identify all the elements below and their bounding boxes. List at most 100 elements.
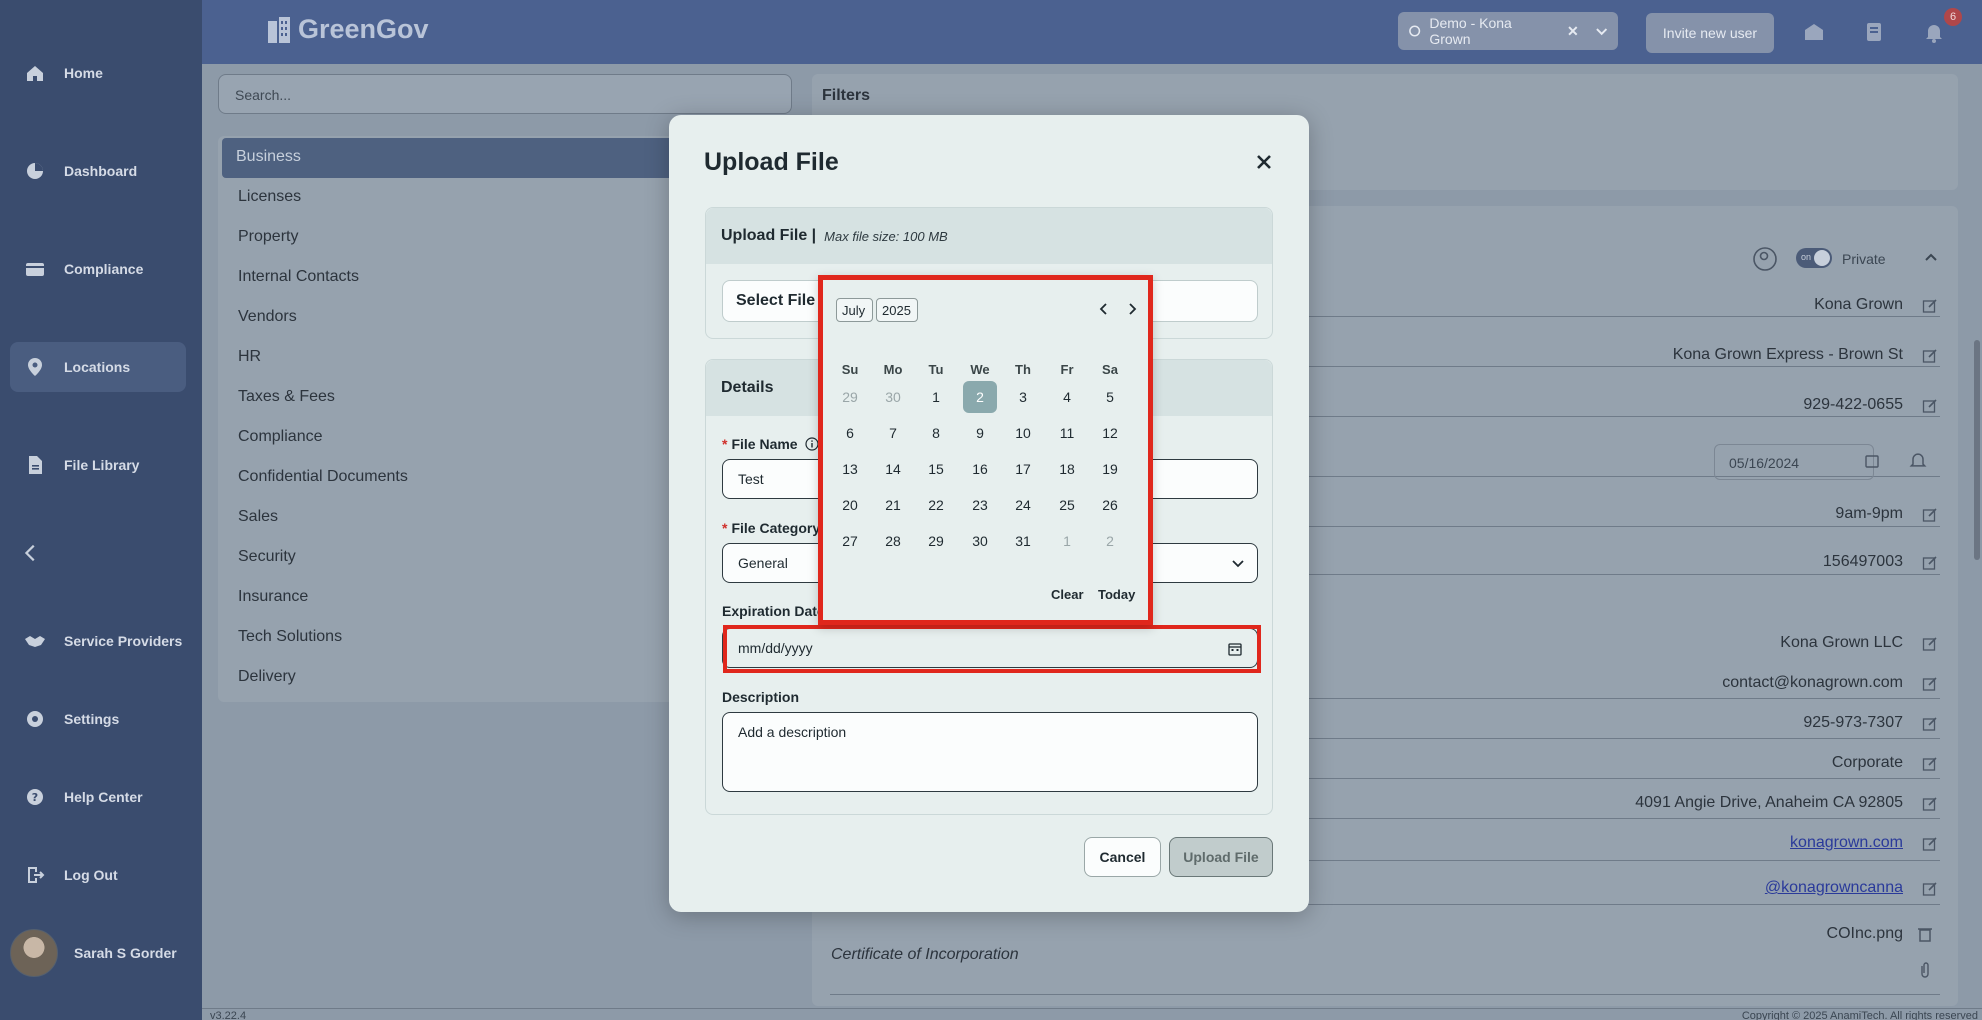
category-delivery[interactable]: Delivery xyxy=(238,668,296,686)
calendar-day[interactable]: 12 xyxy=(1093,417,1127,449)
calendar-day[interactable]: 4 xyxy=(1050,381,1084,413)
detail-date-field[interactable]: 05/16/2024 xyxy=(1714,444,1874,480)
month-select[interactable]: July xyxy=(836,298,873,322)
trash-icon[interactable] xyxy=(1916,925,1934,943)
calendar-day[interactable]: 28 xyxy=(876,525,910,557)
collapse-sidebar-icon[interactable] xyxy=(20,542,42,564)
sidebar-item-help-center[interactable]: ? Help Center xyxy=(10,772,186,822)
app-logo[interactable]: GreenGov xyxy=(266,14,429,45)
calendar-day[interactable]: 1 xyxy=(919,381,953,413)
category-confidential-documents[interactable]: Confidential Documents xyxy=(238,468,408,486)
category-internal-contacts[interactable]: Internal Contacts xyxy=(238,268,359,286)
invite-user-button[interactable]: Invite new user xyxy=(1646,13,1774,53)
detail-field-value[interactable]: @konagrowncanna xyxy=(1765,879,1903,897)
calendar-day[interactable]: 13 xyxy=(833,453,867,485)
select-file-button[interactable]: Select File xyxy=(723,281,830,321)
calendar-day[interactable]: 29 xyxy=(833,381,867,413)
calendar-day[interactable]: 20 xyxy=(833,489,867,521)
calendar-day[interactable]: 26 xyxy=(1093,489,1127,521)
edit-icon[interactable] xyxy=(1922,756,1938,772)
clear-organization-icon[interactable]: ✕ xyxy=(1567,23,1579,40)
edit-icon[interactable] xyxy=(1922,796,1938,812)
bell-icon[interactable] xyxy=(1922,20,1946,44)
calendar-day[interactable]: 27 xyxy=(833,525,867,557)
calendar-day[interactable]: 2 xyxy=(1093,525,1127,557)
category-hr[interactable]: HR xyxy=(238,348,261,366)
edit-icon[interactable] xyxy=(1922,881,1938,897)
chevron-up-icon[interactable] xyxy=(1924,250,1938,264)
expiration-date-input[interactable]: mm/dd/yyyy xyxy=(722,628,1258,668)
category-business[interactable]: Business xyxy=(222,138,718,178)
edit-icon[interactable] xyxy=(1922,555,1938,571)
private-toggle[interactable]: on xyxy=(1796,248,1832,268)
reminder-bell-icon[interactable] xyxy=(1908,450,1928,470)
category-insurance[interactable]: Insurance xyxy=(238,588,308,606)
calendar-day[interactable]: 15 xyxy=(919,453,953,485)
edit-icon[interactable] xyxy=(1922,636,1938,652)
category-tech-solutions[interactable]: Tech Solutions xyxy=(238,628,342,646)
sidebar-item-service-providers[interactable]: Service Providers xyxy=(10,616,186,666)
calendar-day[interactable]: 17 xyxy=(1006,453,1040,485)
edit-icon[interactable] xyxy=(1922,398,1938,414)
today-button[interactable]: Today xyxy=(1098,587,1135,602)
sidebar-item-settings[interactable]: Settings xyxy=(10,694,186,744)
scrollbar[interactable] xyxy=(1974,340,1980,560)
calendar-day[interactable]: 8 xyxy=(919,417,953,449)
calendar-day[interactable]: 21 xyxy=(876,489,910,521)
add-user-icon[interactable] xyxy=(1752,246,1778,272)
calendar-day[interactable]: 3 xyxy=(1006,381,1040,413)
calendar-day[interactable]: 24 xyxy=(1006,489,1040,521)
calendar-day[interactable]: 2 xyxy=(963,381,997,413)
calendar-day[interactable]: 11 xyxy=(1050,417,1084,449)
category-sales[interactable]: Sales xyxy=(238,508,278,526)
calendar-day[interactable]: 14 xyxy=(876,453,910,485)
inbox-icon[interactable] xyxy=(1802,20,1826,44)
calendar-day[interactable]: 18 xyxy=(1050,453,1084,485)
previous-month-icon[interactable] xyxy=(1097,302,1111,316)
edit-icon[interactable] xyxy=(1922,507,1938,523)
calendar-day[interactable]: 31 xyxy=(1006,525,1040,557)
calendar-day[interactable]: 10 xyxy=(1006,417,1040,449)
calendar-day[interactable]: 29 xyxy=(919,525,953,557)
chevron-down-icon[interactable] xyxy=(1595,24,1608,38)
calendar-day[interactable]: 19 xyxy=(1093,453,1127,485)
calendar-day[interactable]: 6 xyxy=(833,417,867,449)
edit-icon[interactable] xyxy=(1922,836,1938,852)
edit-icon[interactable] xyxy=(1922,676,1938,692)
category-property[interactable]: Property xyxy=(238,228,298,246)
close-icon[interactable] xyxy=(1253,151,1275,173)
edit-icon[interactable] xyxy=(1922,348,1938,364)
year-select[interactable]: 2025 xyxy=(876,298,918,322)
sidebar-item-file-library[interactable]: File Library xyxy=(10,440,186,490)
calendar-day[interactable]: 25 xyxy=(1050,489,1084,521)
search-input[interactable]: Search... xyxy=(218,74,792,114)
category-security[interactable]: Security xyxy=(238,548,296,566)
edit-icon[interactable] xyxy=(1922,716,1938,732)
category-vendors[interactable]: Vendors xyxy=(238,308,297,326)
calendar-day[interactable]: 1 xyxy=(1050,525,1084,557)
sidebar-item-dashboard[interactable]: Dashboard xyxy=(10,146,186,196)
calendar-day[interactable]: 30 xyxy=(963,525,997,557)
document-icon[interactable] xyxy=(1862,20,1886,44)
calendar-day[interactable]: 23 xyxy=(963,489,997,521)
attachment-icon[interactable] xyxy=(1918,962,1932,978)
calendar-day[interactable]: 22 xyxy=(919,489,953,521)
sidebar-item-compliance[interactable]: Compliance xyxy=(10,244,186,294)
calendar-icon[interactable] xyxy=(1227,641,1243,657)
category-licenses[interactable]: Licenses xyxy=(238,188,301,206)
calendar-icon[interactable] xyxy=(1864,453,1880,469)
cancel-button[interactable]: Cancel xyxy=(1084,837,1161,877)
calendar-day[interactable]: 5 xyxy=(1093,381,1127,413)
category-taxes-fees[interactable]: Taxes & Fees xyxy=(238,388,335,406)
organization-selector[interactable]: Demo - Kona Grown ✕ xyxy=(1398,12,1618,50)
calendar-day[interactable]: 7 xyxy=(876,417,910,449)
sidebar-item-log-out[interactable]: Log Out xyxy=(10,850,186,900)
user-profile[interactable]: Sarah S Gorder xyxy=(10,928,177,978)
next-month-icon[interactable] xyxy=(1125,302,1139,316)
sidebar-item-home[interactable]: Home xyxy=(10,48,186,98)
clear-button[interactable]: Clear xyxy=(1051,587,1084,602)
upload-file-button[interactable]: Upload File xyxy=(1169,837,1273,877)
edit-icon[interactable] xyxy=(1922,298,1938,314)
sidebar-item-locations[interactable]: Locations xyxy=(10,342,186,392)
calendar-day[interactable]: 16 xyxy=(963,453,997,485)
